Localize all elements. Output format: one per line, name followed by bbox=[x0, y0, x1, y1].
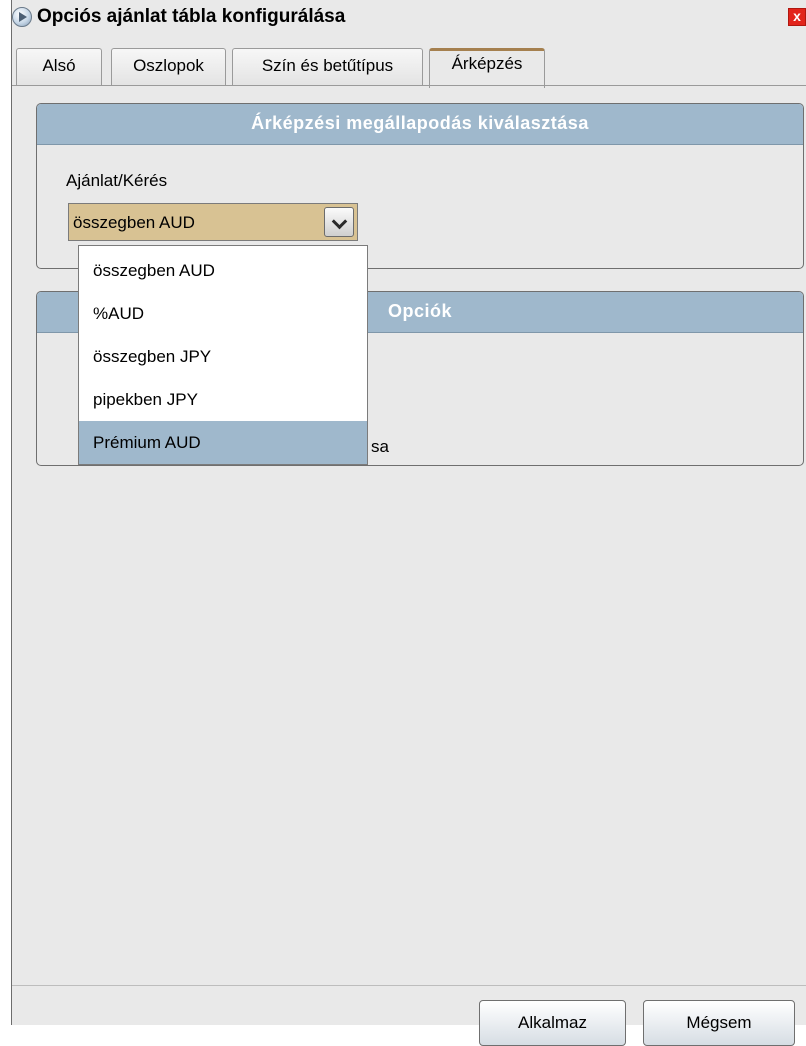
cancel-button[interactable]: Mégsem bbox=[643, 1000, 795, 1046]
footer-divider bbox=[12, 985, 806, 986]
tab-szin-es-betutipus[interactable]: Szín és betűtípus bbox=[232, 48, 423, 86]
dropdown-option-pipekben-jpy[interactable]: pipekben JPY bbox=[79, 378, 367, 421]
dropdown-option-osszegben-aud[interactable]: összegben AUD bbox=[79, 249, 367, 292]
tab-also[interactable]: Alsó bbox=[16, 48, 102, 86]
combobox-selected-value: összegben AUD bbox=[73, 213, 195, 232]
bid-ask-combobox[interactable]: összegben AUD bbox=[68, 203, 358, 241]
dropdown-option-premium-aud[interactable]: Prémium AUD bbox=[79, 421, 367, 464]
options-partial-label: sa bbox=[371, 437, 389, 456]
title-bar: Opciós ajánlat tábla konfigurálása x bbox=[12, 0, 806, 34]
pricing-section-header: Árképzési megállapodás kiválasztása bbox=[37, 104, 803, 145]
tab-divider bbox=[12, 85, 806, 86]
dropdown-option-osszegben-jpy[interactable]: összegben JPY bbox=[79, 335, 367, 378]
dialog-title: Opciós ajánlat tábla konfigurálása bbox=[37, 6, 346, 27]
bid-ask-label: Ajánlat/Kérés bbox=[66, 171, 168, 190]
app-icon bbox=[12, 7, 32, 27]
config-dialog: Opciós ajánlat tábla konfigurálása x Als… bbox=[12, 0, 806, 1046]
bid-ask-dropdown-list: összegben AUD %AUD összegben JPY pipekbe… bbox=[78, 245, 368, 465]
close-icon[interactable]: x bbox=[788, 8, 806, 26]
dropdown-option-percent-aud[interactable]: %AUD bbox=[79, 292, 367, 335]
tab-arkepzes[interactable]: Árképzés bbox=[429, 48, 545, 88]
apply-button[interactable]: Alkalmaz bbox=[479, 1000, 626, 1046]
tab-oszlopok[interactable]: Oszlopok bbox=[111, 48, 226, 86]
chevron-down-icon[interactable] bbox=[324, 207, 354, 237]
background-window-edge bbox=[0, 0, 12, 1025]
